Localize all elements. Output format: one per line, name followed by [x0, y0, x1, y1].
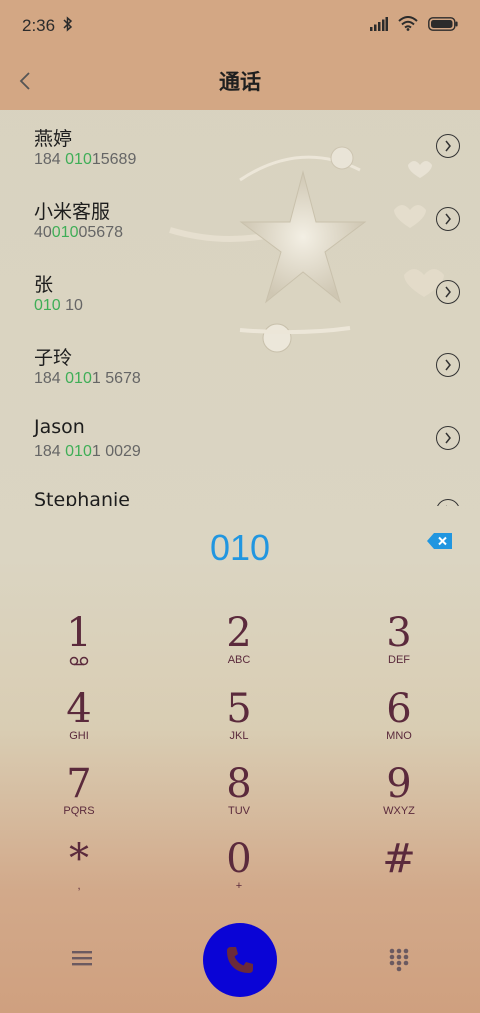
dialpad-icon [389, 948, 409, 972]
key-hash[interactable]: # [339, 836, 459, 906]
contact-detail-button[interactable] [436, 134, 460, 158]
contact-number: 184 0101 0029 [34, 443, 141, 460]
contact-row[interactable]: Jason 184 0101 0029 [0, 402, 480, 475]
contact-number: 010 10 [34, 297, 83, 314]
bottom-action-bar [0, 920, 480, 1000]
title-bar: 通话 [0, 52, 480, 110]
contact-name: Jason [34, 416, 85, 438]
key-0[interactable]: 0 + [179, 836, 299, 906]
contact-name: Stephanie [34, 489, 130, 506]
menu-icon [72, 951, 92, 966]
backspace-button[interactable] [426, 530, 454, 552]
key-1[interactable]: 1 [19, 610, 139, 680]
key-9[interactable]: 9 WXYZ [339, 761, 459, 831]
chevron-right-icon [445, 432, 451, 444]
status-time: 2:36 [22, 16, 56, 35]
contact-detail-button[interactable] [436, 353, 460, 377]
contact-detail-button[interactable] [436, 499, 460, 506]
key-4[interactable]: 4 GHI [19, 686, 139, 756]
key-6[interactable]: 6 MNO [339, 686, 459, 756]
bluetooth-icon [63, 16, 73, 36]
backspace-icon [427, 533, 452, 549]
contact-row[interactable]: 小米客服 4001005678 [0, 183, 480, 256]
call-button[interactable] [203, 923, 277, 997]
contact-detail-button[interactable] [436, 207, 460, 231]
key-star[interactable]: * , [19, 836, 139, 906]
chevron-right-icon [445, 359, 451, 371]
contact-detail-button[interactable] [436, 280, 460, 304]
chevron-right-icon [446, 505, 447, 506]
battery-icon [428, 16, 458, 35]
contact-row[interactable]: 子玲 184 0101 5678 [0, 329, 480, 402]
key-8[interactable]: 8 TUV [179, 761, 299, 831]
chevron-left-icon [19, 72, 30, 90]
keypad-toggle-button[interactable] [386, 946, 412, 972]
back-button[interactable] [10, 66, 40, 96]
page-title: 通话 [219, 70, 261, 94]
chevron-right-icon [445, 140, 451, 152]
wifi-icon [398, 16, 418, 35]
contact-row[interactable]: 张 010 10 [0, 256, 480, 329]
contact-name: 张 [34, 274, 54, 296]
contact-name: 燕婷 [34, 128, 73, 150]
phone-icon [227, 947, 253, 973]
status-bar: 2:36 [0, 0, 480, 52]
key-7[interactable]: 7 PQRS [19, 761, 139, 831]
contact-number: 4001005678 [34, 224, 123, 241]
contact-number: 184 01015689 [34, 151, 137, 168]
contact-detail-button[interactable] [436, 426, 460, 450]
menu-button[interactable] [68, 946, 96, 970]
key-3[interactable]: 3 DEF [339, 610, 459, 680]
signal-icon [370, 16, 388, 35]
chevron-right-icon [445, 213, 451, 225]
key-5[interactable]: 5 JKL [179, 686, 299, 756]
dialed-number-display[interactable]: 010 [0, 520, 480, 576]
contact-number: 184 0101 5678 [34, 370, 141, 387]
contact-row[interactable]: 燕婷 184 01015689 [0, 110, 480, 183]
chevron-right-icon [445, 286, 451, 298]
voicemail-icon [69, 656, 89, 666]
contact-results-list[interactable]: 燕婷 184 01015689 小米客服 4001005678 张 010 10… [0, 110, 480, 506]
contact-name: 子玲 [34, 347, 73, 369]
key-2[interactable]: 2 ABC [179, 610, 299, 680]
contact-row[interactable]: Stephanie [0, 475, 480, 506]
contact-name: 小米客服 [34, 201, 111, 223]
